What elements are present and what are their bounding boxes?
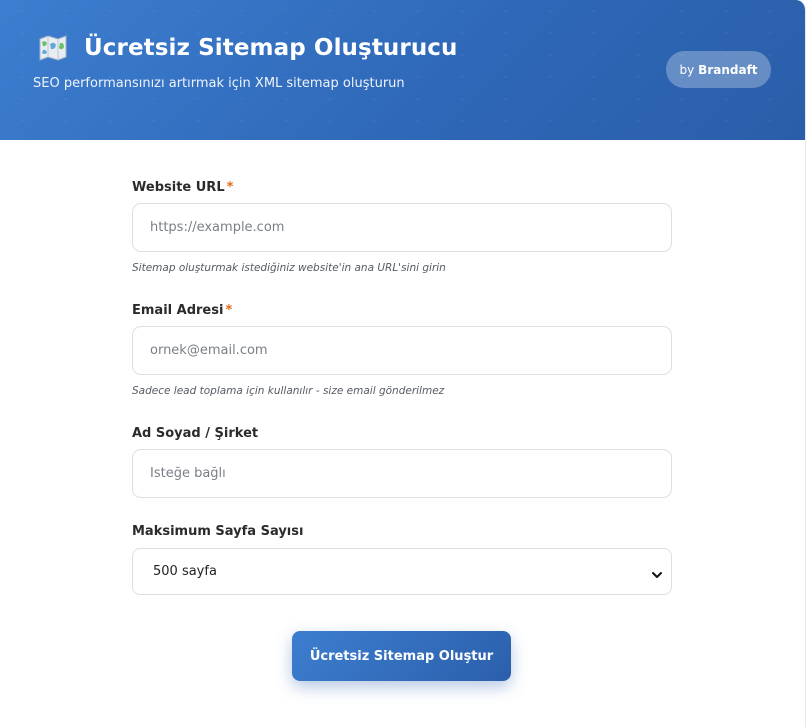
required-mark: *: [226, 180, 234, 195]
badge-brand: Brandaft: [698, 62, 758, 77]
name-company-label: Ad Soyad / Şirket: [132, 426, 259, 441]
max-pages-label: Maksimum Sayfa Sayısı: [132, 524, 304, 539]
website-url-label-text: Website URL: [132, 180, 225, 195]
map-icon: [38, 34, 68, 62]
website-url-hint: Sitemap oluşturmak istediğiniz website'i…: [132, 262, 446, 274]
sitemap-generator-card: Ücretsiz Sitemap Oluşturucu SEO performa…: [0, 0, 806, 727]
required-mark: *: [225, 303, 233, 318]
email-hint: Sadece lead toplama için kullanılır - si…: [132, 385, 445, 397]
badge-prefix: by: [679, 62, 695, 77]
max-pages-select[interactable]: 500 sayfa: [132, 548, 672, 595]
chevron-down-icon: [651, 566, 663, 578]
page-title-row: Ücretsiz Sitemap Oluşturucu: [38, 34, 458, 62]
website-url-label: Website URL *: [132, 180, 233, 195]
name-company-field[interactable]: [132, 449, 672, 498]
website-url-input[interactable]: [150, 220, 671, 235]
page-title: Ücretsiz Sitemap Oluşturucu: [84, 35, 458, 61]
max-pages-selected: 500 sayfa: [153, 564, 217, 579]
email-label-text: Email Adresi: [132, 303, 224, 318]
website-url-field[interactable]: [132, 203, 672, 252]
email-label: Email Adresi *: [132, 303, 232, 318]
name-company-input[interactable]: [150, 466, 671, 481]
email-field[interactable]: [132, 326, 672, 375]
email-input[interactable]: [150, 343, 671, 358]
header-banner: Ücretsiz Sitemap Oluşturucu SEO performa…: [0, 0, 805, 140]
page-subtitle: SEO performansınızı artırmak için XML si…: [33, 76, 405, 91]
brand-badge[interactable]: by Brandaft: [666, 51, 771, 88]
generate-sitemap-button[interactable]: Ücretsiz Sitemap Oluştur: [292, 631, 511, 681]
